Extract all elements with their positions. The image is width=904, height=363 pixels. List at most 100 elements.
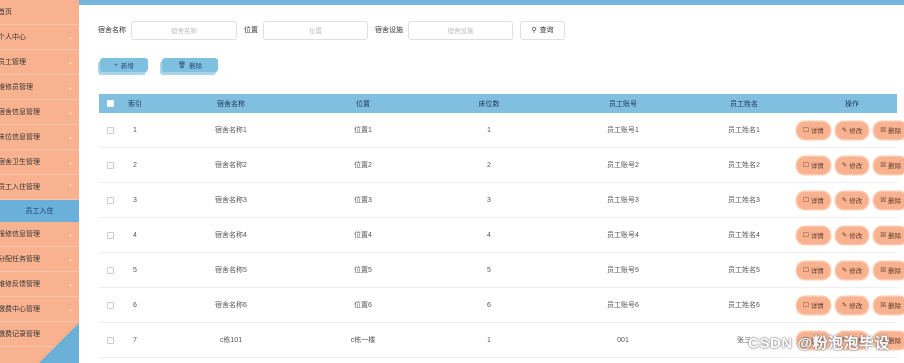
row-delete-button[interactable]: ☒ 删除: [874, 121, 904, 139]
row-checkbox-cell: [99, 196, 121, 204]
doc-icon: ☐: [802, 302, 809, 309]
add-button-label: 新增: [120, 63, 134, 70]
edit-button[interactable]: ✎ 修改: [835, 191, 869, 209]
row-checkbox[interactable]: [106, 266, 114, 274]
row-delete-button-label: 删除: [888, 303, 902, 310]
doc-icon: ☐: [802, 127, 809, 134]
row-delete-button[interactable]: ☒ 删除: [874, 261, 904, 279]
sidebar-item[interactable]: 维修反馈管理 ⌄: [0, 272, 79, 297]
row-delete-button[interactable]: ☒ 删除: [874, 226, 904, 244]
edit-button[interactable]: ✎ 修改: [835, 156, 869, 174]
doc-icon: ☐: [802, 267, 809, 274]
position-input[interactable]: 位置: [263, 20, 368, 40]
sidebar-item[interactable]: 缴费中心管理 ⌄: [0, 297, 79, 322]
cell-emp-account: 员工账号4: [607, 232, 639, 239]
row-delete-button-label: 删除: [888, 163, 902, 170]
position-label: 位置: [244, 27, 258, 34]
row-checkbox-cell: [99, 161, 121, 169]
add-button[interactable]: + 新增: [100, 58, 148, 72]
doc-icon: ☐: [802, 232, 809, 239]
dorm-name-input[interactable]: 宿舍名称: [131, 20, 237, 40]
cell-emp-name: 员工姓名5: [728, 267, 760, 274]
row-ops: ☐ 详情 ✎ 修改 ☒ 删除: [796, 261, 904, 279]
search-bar: 宿舍名称 宿舍名称 位置 位置 宿舍设施 宿舍设施 ⚲ 查询: [98, 20, 565, 40]
cell-position: 位置3: [354, 197, 372, 204]
sidebar-item[interactable]: 维修员管理 ⌄: [0, 75, 79, 100]
sidebar-item-label: 维修反馈管理: [0, 281, 40, 288]
chevron-up-icon: ⌃: [67, 184, 73, 191]
detail-button-label: 详情: [810, 268, 824, 275]
edit-button[interactable]: ✎ 修改: [835, 226, 869, 244]
sidebar-item-label: 首页: [0, 9, 12, 16]
trash-icon: ☒: [880, 267, 887, 274]
delete-button[interactable]: 🗑 删除: [162, 58, 218, 72]
cell-dorm-name: 宿舍名称4: [215, 232, 247, 239]
row-checkbox[interactable]: [106, 231, 114, 239]
sidebar-item-label: 员工管理: [0, 59, 26, 66]
row-checkbox-cell: [99, 231, 121, 239]
cell-emp-name: 员工姓名1: [728, 127, 760, 134]
detail-button[interactable]: ☐ 详情: [796, 296, 830, 314]
trash-icon: ☒: [880, 197, 887, 204]
row-checkbox[interactable]: [106, 301, 114, 309]
sidebar-item[interactable]: 首页: [0, 0, 79, 25]
cell-dorm-name: 宿舍名称2: [215, 162, 247, 169]
facility-label: 宿舍设施: [375, 27, 403, 34]
sidebar-item[interactable]: 宿舍卫生管理 ⌄: [0, 150, 79, 175]
search-icon: ⚲: [531, 27, 537, 34]
cell-emp-account: 员工账号6: [607, 302, 639, 309]
cell-beds: 6: [487, 301, 491, 309]
detail-button[interactable]: ☐ 详情: [796, 226, 830, 244]
facility-input[interactable]: 宿舍设施: [408, 20, 513, 40]
doc-icon: ☐: [802, 162, 809, 169]
cell-emp-account: 员工账号3: [607, 197, 639, 204]
edit-button-label: 修改: [849, 163, 863, 170]
sidebar-subitem-employee-checkin[interactable]: 员工入住: [0, 200, 79, 222]
row-delete-button[interactable]: ☒ 删除: [874, 191, 904, 209]
table-row: 4 宿舍名称4 位置4 4 员工账号4 员工姓名4 ☐ 详情 ✎ 修改 ☒ 删除: [99, 218, 904, 253]
edit-button-label: 修改: [849, 303, 863, 310]
edit-button[interactable]: ✎ 修改: [835, 296, 869, 314]
edit-button[interactable]: ✎ 修改: [835, 261, 869, 279]
edit-button-label: 修改: [849, 198, 863, 205]
cell-position: 位置1: [354, 127, 372, 134]
cell-dorm-name: 宿舍名称3: [215, 197, 247, 204]
row-checkbox[interactable]: [106, 161, 114, 169]
select-all-checkbox[interactable]: [106, 100, 114, 107]
row-checkbox[interactable]: [106, 126, 114, 134]
row-delete-button[interactable]: ☒ 删除: [874, 156, 904, 174]
detail-button[interactable]: ☐ 详情: [796, 121, 830, 139]
pencil-icon: ✎: [841, 232, 848, 239]
row-checkbox[interactable]: [106, 336, 114, 344]
sidebar-item[interactable]: 员工入住管理 ⌃: [0, 175, 79, 200]
row-checkbox[interactable]: [106, 196, 114, 204]
cell-index: 7: [133, 336, 137, 344]
row-delete-button[interactable]: ☒ 删除: [874, 296, 904, 314]
query-button[interactable]: ⚲ 查询: [520, 20, 565, 40]
header-emp-name: 员工姓名: [730, 100, 758, 108]
row-delete-button-label: 删除: [888, 338, 902, 345]
detail-button-label: 详情: [810, 128, 824, 135]
detail-button[interactable]: ☐ 详情: [796, 156, 830, 174]
chevron-down-icon: ⌄: [67, 231, 73, 238]
cell-position: 位置4: [354, 232, 372, 239]
sidebar-item[interactable]: 员工管理 ⌄: [0, 50, 79, 75]
detail-button[interactable]: ☐ 详情: [796, 191, 830, 209]
detail-button[interactable]: ☐ 详情: [796, 261, 830, 279]
sidebar-item[interactable]: 宿舍信息管理 ⌄: [0, 100, 79, 125]
sidebar-item[interactable]: 分配任务管理 ⌄: [0, 247, 79, 272]
edit-button[interactable]: ✎ 修改: [835, 121, 869, 139]
row-ops: ☐ 详情 ✎ 修改 ☒ 删除: [796, 156, 904, 174]
cell-emp-account: 员工账号1: [607, 127, 639, 134]
sidebar-item[interactable]: 报修信息管理 ⌄: [0, 222, 79, 247]
data-table: 索引 宿舍名称 位置 床位数 员工账号 员工姓名 操作 1 宿舍名称1 位置1 1 员工…: [99, 94, 904, 358]
chevron-down-icon: ⌄: [67, 109, 73, 116]
pencil-icon: ✎: [841, 162, 848, 169]
pencil-icon: ✎: [841, 197, 848, 204]
row-ops: ☐ 详情 ✎ 修改 ☒ 删除: [796, 296, 904, 314]
trash-icon: ☒: [880, 232, 887, 239]
cell-dorm-name: 宿舍名称6: [215, 302, 247, 309]
detail-button-label: 详情: [810, 233, 824, 240]
sidebar-item[interactable]: 个人中心 ⌄: [0, 25, 79, 50]
sidebar-item[interactable]: 床位信息管理 ⌄: [0, 125, 79, 150]
